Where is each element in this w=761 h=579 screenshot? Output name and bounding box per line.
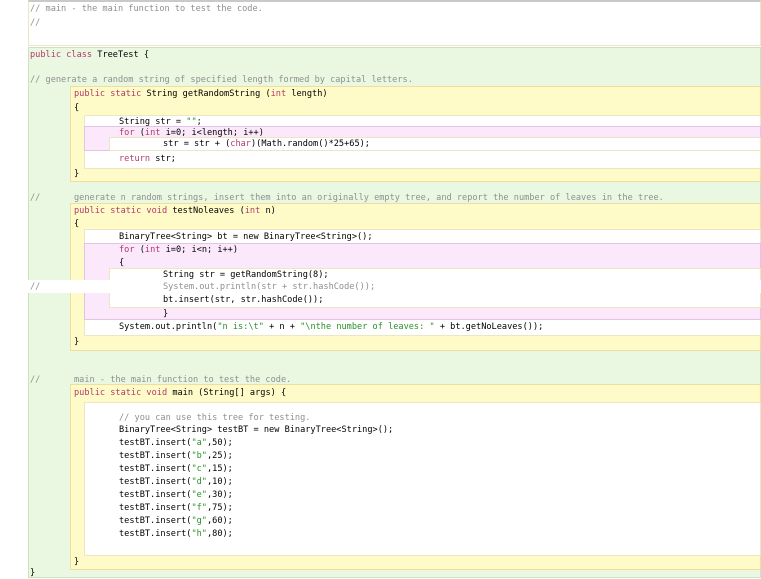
code-text: String str = [119,117,187,127]
code-text: + n + [263,322,301,332]
code-text: ,50); [206,438,233,448]
code-text: ; [196,117,202,127]
sig-mid: String getRandomString ( [141,89,271,99]
code-text: ,25); [206,451,233,461]
for-kw: for [119,128,135,138]
code-text: )(Math.random()*25+65); [250,139,370,149]
class-close-brace: } [30,568,36,578]
code-text: ,30); [206,490,233,500]
testNoLeaves-comment: generate n random strings, insert them i… [74,193,664,203]
code-text: + bt.getNoLeaves()); [434,322,544,332]
top-comment-line-2: // [30,18,41,28]
string-literal: "f" [191,503,207,513]
string-literal: "d" [191,477,207,487]
open-brace: { [74,219,80,229]
insert-line: testBT.insert("g",60); [119,516,233,527]
int-kw: int [144,245,161,255]
insert-line: testBT.insert("f",75); [119,503,233,514]
class-kw: public class [30,50,93,60]
line-bt-insert: bt.insert(str, str.hashCode()); [163,295,324,305]
code-text: testBT.insert( [119,529,192,539]
testNoLeaves-signature: public static void testNoleaves (int n) [74,206,276,217]
code-text: System.out.println( [119,322,218,332]
testNoLeaves-comment-slashes: // [30,193,41,203]
string-literal: "h" [191,529,207,539]
code-text: str = str + ( [163,139,231,149]
main-comment2: // you can use this tree for testing. [119,413,311,423]
sig-rest: n) [260,206,276,216]
code-text: ,15); [206,464,233,474]
code-text: str; [150,154,176,164]
getRandomString-comment: // generate a random string of specified… [30,75,413,85]
getRandomString-signature: public static String getRandomString (in… [74,89,328,100]
insert-line: testBT.insert("d",10); [119,477,233,488]
sig-rest: length) [286,89,328,99]
code-text: i=0; i<length; i++) [160,128,264,138]
insert-line: testBT.insert("a",50); [119,438,233,449]
insert-line: testBT.insert("c",15); [119,464,233,475]
string-literal: "\nthe number of leaves: " [300,322,435,332]
line-bt-init: BinaryTree<String> bt = new BinaryTree<S… [119,232,373,242]
code-text: testBT.insert( [119,477,192,487]
open-brace: { [74,103,80,113]
for-close-brace: } [163,309,169,319]
close-brace: } [74,169,80,179]
line-str-init: String str = ""; [119,117,202,128]
int-kw: int [144,128,161,138]
code-text: ,75); [206,503,233,513]
for-kw: for [119,245,135,255]
code-text: ( [134,245,145,255]
close-brace: } [74,337,80,347]
char-kw: char [230,139,251,149]
insert-line: testBT.insert("h",80); [119,529,233,540]
sig-kw1: public static void [74,388,168,398]
sig-mid: testNoleaves ( [167,206,245,216]
class-rest: TreeTest { [92,50,150,60]
line-str-append: str = str + (char)(Math.random()*25+65); [163,139,370,150]
main-comment-slashes: // [30,375,41,385]
line-print-leaves: System.out.println("n is:\t" + n + "\nth… [119,322,543,333]
insert-line: testBT.insert("e",30); [119,490,233,501]
commented-println: System.out.println(str + str.hashCode())… [163,282,376,292]
sig-kw2: int [270,89,287,99]
main-comment: main - the main function to test the cod… [74,375,292,385]
string-literal: "g" [191,516,207,526]
code-text: testBT.insert( [119,451,192,461]
sig-rest: main (String[] args) { [167,388,287,398]
sig-kw1: public static void [74,206,168,216]
line-for-n: for (int i=0; i<n; i++) [119,245,238,256]
code-text: testBT.insert( [119,464,192,474]
sig-kw2: int [244,206,261,216]
insert-line: testBT.insert("b",25); [119,451,233,462]
class-declaration: public class TreeTest { [30,50,149,61]
string-literal: "b" [191,451,207,461]
code-text: testBT.insert( [119,438,192,448]
code-text: ,80); [206,529,233,539]
line-getstr: String str = getRandomString(8); [163,270,329,280]
code-text: testBT.insert( [119,516,192,526]
string-literal: "c" [191,464,207,474]
return-kw: return [119,154,151,164]
commented-line-strip [28,280,761,293]
code-text: ,60); [206,516,233,526]
commented-slashes: // [30,282,41,292]
string-literal: "" [186,117,197,127]
line-testbt-init: BinaryTree<String> testBT = new BinaryTr… [119,425,394,435]
code-text: testBT.insert( [119,503,192,513]
close-brace: } [74,557,80,567]
string-literal: "e" [191,490,207,500]
code-text: i=0; i<n; i++) [160,245,239,255]
main-signature: public static void main (String[] args) … [74,388,286,399]
line-return: return str; [119,154,176,165]
code-text: ,10); [206,477,233,487]
for-open-brace: { [119,258,125,268]
top-comment-line-1: // main - the main function to test the … [30,4,263,14]
line-for-length: for (int i=0; i<length; i++) [119,128,264,139]
sig-kw1: public static [74,89,142,99]
code-text: ( [134,128,145,138]
string-literal: "n is:\t" [217,322,264,332]
string-literal: "a" [191,438,207,448]
code-text: testBT.insert( [119,490,192,500]
